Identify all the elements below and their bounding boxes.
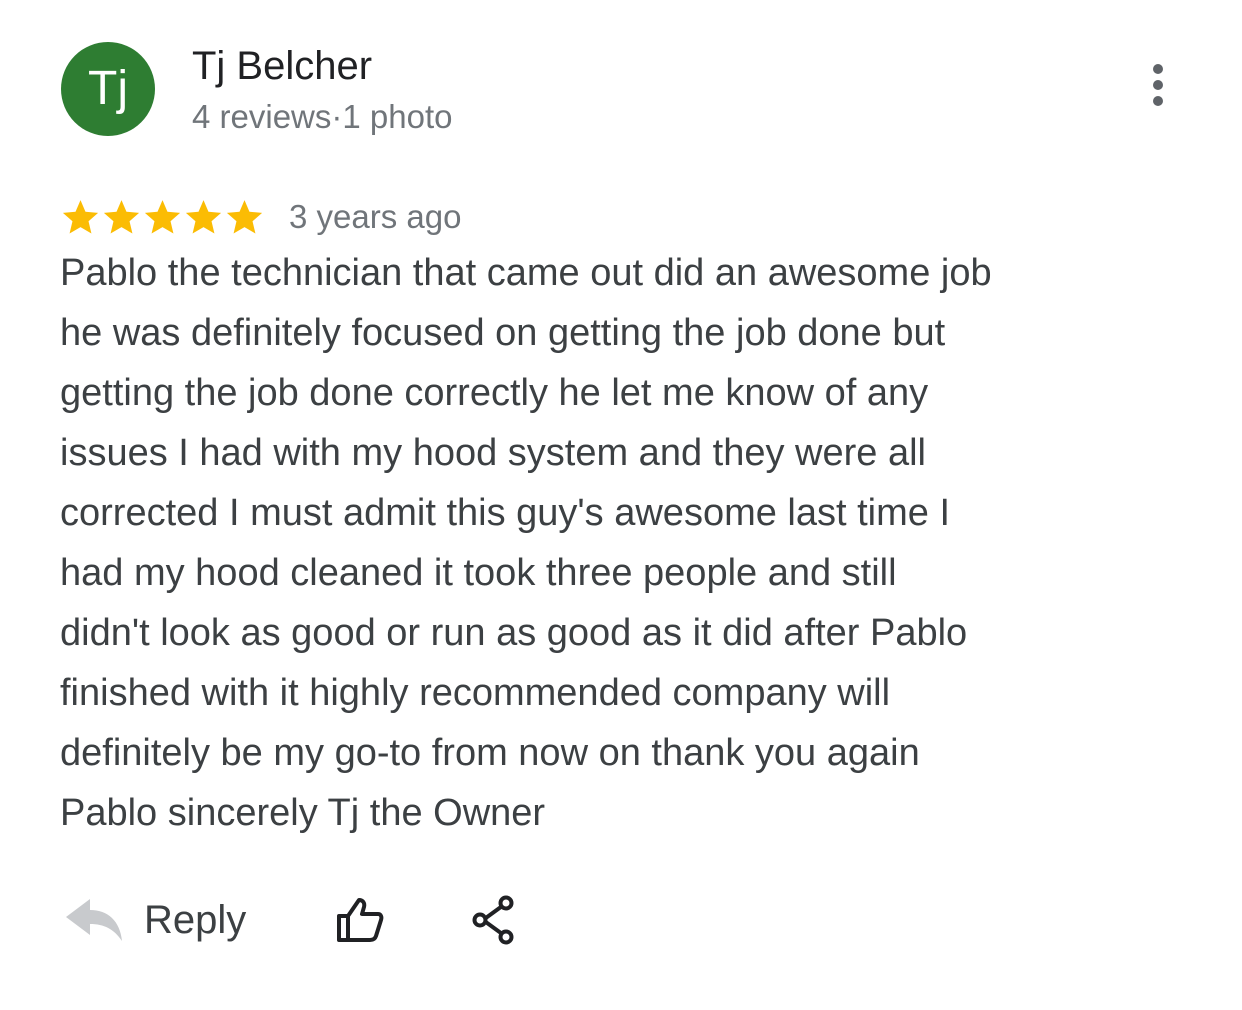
author-meta: 4 reviews·1 photo (192, 98, 453, 135)
star-icon (185, 199, 222, 234)
more-vert-icon-dot (1153, 96, 1163, 106)
star-icon (144, 199, 181, 234)
review-text: Pablo the technician that came out did a… (60, 243, 1160, 843)
star-icon (103, 199, 140, 234)
review-text-line: Pablo sincerely Tj the Owner (60, 792, 546, 834)
reply-label: Reply (144, 897, 247, 942)
more-vert-icon-dot (1153, 80, 1163, 90)
review-text-line: issues I had with my hood system and the… (60, 432, 926, 474)
like-button[interactable] (332, 892, 388, 948)
share-icon (472, 895, 514, 945)
star-rating (60, 197, 265, 238)
avatar-initials: Tj (88, 62, 128, 115)
review-date: 3 years ago (289, 198, 462, 235)
thumbs-up-icon (337, 898, 384, 942)
review-text-line: Pablo the technician that came out did a… (60, 252, 992, 294)
review-text-line: didn't look as good or run as good as it… (60, 612, 968, 654)
review-text-line: had my hood cleaned it took three people… (60, 552, 897, 594)
share-button[interactable] (468, 892, 520, 948)
author-name[interactable]: Tj Belcher (192, 44, 372, 89)
more-options-button[interactable] (1138, 60, 1178, 110)
star-icon (62, 199, 99, 234)
reply-button[interactable]: Reply (62, 895, 246, 945)
review-text-line: getting the job done correctly he let me… (60, 372, 929, 414)
more-vert-icon (1153, 64, 1163, 74)
review-text-line: finished with it highly recommended comp… (60, 672, 891, 714)
rating-row: 3 years ago (60, 192, 461, 242)
review-text-line: corrected I must admit this guy's awesom… (60, 492, 951, 534)
review-text-line: he was definitely focused on getting the… (60, 312, 946, 354)
review-text-line: definitely be my go-to from now on thank… (60, 732, 920, 774)
avatar[interactable]: Tj (61, 42, 155, 136)
review-actions: Reply (62, 884, 520, 956)
star-icon (226, 199, 263, 234)
reply-arrow-icon (66, 899, 122, 941)
